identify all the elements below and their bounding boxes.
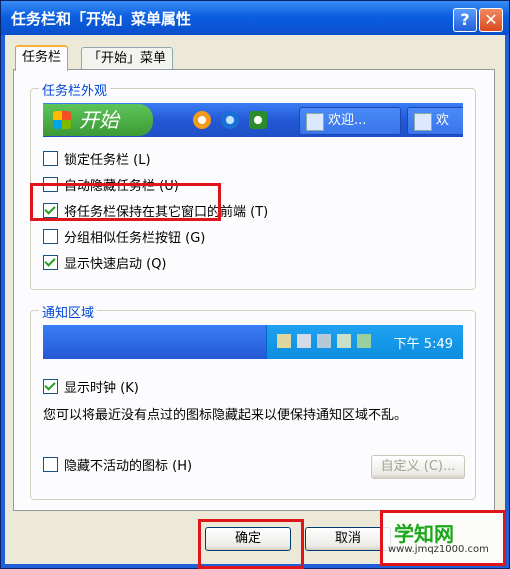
- task-button-preview: 欢迎...: [299, 107, 401, 135]
- notification-preview: 下午 5:49: [43, 325, 463, 359]
- task-button-label: 欢迎...: [328, 113, 367, 128]
- task-button-preview: 欢: [407, 107, 463, 135]
- show-clock-label: 显示时钟 (K): [64, 381, 139, 396]
- media-player-icon: [193, 111, 211, 129]
- watermark-url: www.jmqz1000.com: [388, 544, 489, 555]
- tray-icon: [317, 334, 331, 348]
- group-buttons-checkbox[interactable]: [43, 229, 58, 244]
- help-button[interactable]: ?: [453, 8, 477, 32]
- cancel-button[interactable]: 取消: [305, 527, 391, 551]
- tray-icon: [357, 334, 371, 348]
- start-label: 开始: [79, 108, 119, 132]
- dialog-client: 任务栏 「开始」菜单 任务栏外观 开始 欢迎... 欢 锁定任务栏 (L) 自动…: [5, 35, 505, 564]
- show-clock-option[interactable]: 显示时钟 (K): [43, 379, 139, 397]
- watermark: 学知网 www.jmqz1000.com: [380, 510, 506, 566]
- quick-launch-checkbox[interactable]: [43, 255, 58, 270]
- highlight-auto-hide: [30, 183, 221, 221]
- notification-area-group: 通知区域 下午 5:49 显示时钟 (K) 您可以将最近没有点过的图标隐藏起来以…: [30, 302, 476, 500]
- quick-launch-option[interactable]: 显示快速启动 (Q): [43, 255, 167, 273]
- windows-logo-icon: [53, 111, 71, 129]
- close-button[interactable]: ✕: [479, 8, 503, 32]
- group-buttons-label: 分组相似任务栏按钮 (G): [64, 231, 206, 246]
- window-icon: [414, 113, 432, 131]
- quick-launch-label: 显示快速启动 (Q): [64, 257, 167, 272]
- properties-window: 任务栏和「开始」菜单属性 ? ✕ 任务栏 「开始」菜单 任务栏外观 开始 欢迎.…: [0, 0, 510, 569]
- customize-button[interactable]: 自定义 (C)...: [371, 455, 465, 479]
- notification-description: 您可以将最近没有点过的图标隐藏起来以便保持通知区域不乱。: [43, 408, 408, 423]
- tab-panel: 任务栏外观 开始 欢迎... 欢 锁定任务栏 (L) 自动隐藏任务栏 (U) 将…: [13, 69, 495, 511]
- start-button-preview: 开始: [43, 104, 153, 136]
- taskbar-appearance-label: 任务栏外观: [39, 80, 111, 99]
- tab-taskbar[interactable]: 任务栏: [15, 45, 69, 71]
- window-icon: [306, 113, 324, 131]
- tray-clock: 下午 5:49: [393, 337, 453, 352]
- taskbar-preview: 开始 欢迎... 欢: [43, 103, 463, 137]
- system-tray-preview: 下午 5:49: [266, 325, 463, 359]
- watermark-title: 学知网: [394, 522, 454, 546]
- tray-icon: [277, 334, 291, 348]
- hide-inactive-option[interactable]: 隐藏不活动的图标 (H): [43, 457, 192, 475]
- hide-inactive-checkbox[interactable]: [43, 457, 58, 472]
- show-clock-checkbox[interactable]: [43, 379, 58, 394]
- tray-icon: [337, 334, 351, 348]
- hide-inactive-label: 隐藏不活动的图标 (H): [64, 459, 193, 474]
- ie-icon: [221, 111, 239, 129]
- tray-icon: [297, 334, 311, 348]
- title-bar[interactable]: 任务栏和「开始」菜单属性 ? ✕: [1, 1, 509, 35]
- group-buttons-option[interactable]: 分组相似任务栏按钮 (G): [43, 229, 205, 247]
- lock-taskbar-label: 锁定任务栏 (L): [64, 153, 151, 168]
- highlight-ok-button: [198, 519, 304, 569]
- window-title: 任务栏和「开始」菜单属性: [11, 10, 192, 28]
- lock-taskbar-checkbox[interactable]: [43, 151, 58, 166]
- outlook-icon: [249, 111, 267, 129]
- task-button-label: 欢: [436, 113, 450, 128]
- notification-area-label: 通知区域: [39, 302, 98, 321]
- lock-taskbar-option[interactable]: 锁定任务栏 (L): [43, 151, 151, 169]
- tab-start-menu[interactable]: 「开始」菜单: [81, 47, 174, 70]
